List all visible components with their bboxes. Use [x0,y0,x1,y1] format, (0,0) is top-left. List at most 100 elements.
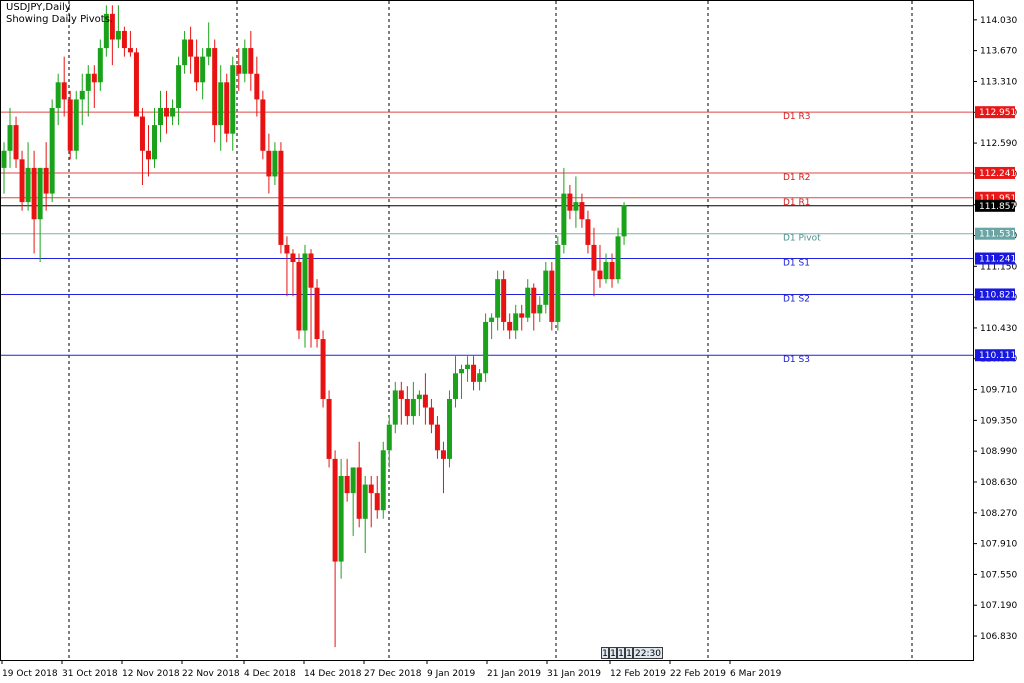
pivot-level-label: D1 R2 [783,173,811,183]
x-tick-label: 31 Oct 2018 [62,669,118,679]
bull-candle-body [603,262,609,280]
pivot-price-tag: 110.111 [979,351,1016,361]
candle [380,441,386,519]
y-tick-label: 109.350 [980,416,1017,426]
bear-candle-body [344,475,350,494]
x-tick-label: 4 Dec 2018 [244,669,296,679]
bear-candle-body [19,159,25,203]
indicator-label: Showing Daily Pivots. [6,14,114,25]
y-tick-label: 113.670 [980,47,1017,57]
candle [326,390,332,468]
y-tick-label: 113.310 [980,77,1017,87]
bull-candle-body [495,279,501,318]
bull-candle-body [446,398,452,459]
bull-candle-body [465,364,471,370]
bull-candle-body [170,107,176,117]
bear-candle-body [133,52,139,117]
chart-symbol-label: USDJPY,Daily [6,2,71,13]
bear-candle-body [212,48,218,126]
candle [19,150,25,211]
bear-candle-body [314,287,320,340]
bear-candle-body [332,458,338,562]
bull-candle-body [158,107,164,126]
y-tick-label: 112.590 [980,139,1017,149]
candle [483,313,489,382]
bull-candle-body [25,167,31,203]
bull-candle-body [350,467,356,494]
bear-candle-body [164,107,170,117]
bull-candle-body [7,125,13,151]
bear-candle-body [91,73,97,83]
price-chart[interactable]: D1 R3D1 R2D1 R1D1 PivotD1 S1D1 S2D1 S3 1… [0,0,1024,683]
bear-candle-body [290,253,296,263]
bull-candle-body [242,48,248,74]
bull-candle-body [97,48,103,83]
bull-candle-body [218,82,224,126]
bear-candle-body [320,339,326,399]
bear-candle-body [531,287,537,314]
bear-candle-body [194,56,200,83]
bear-candle-body [121,30,127,49]
bear-candle-body [43,167,49,194]
bear-candle-body [609,262,615,280]
time-scale-cell[interactable]: 22:30 [633,647,663,659]
bear-candle-body [188,39,194,57]
bear-candle-body [145,150,151,160]
bear-candle-body [428,407,434,425]
candle [296,253,302,340]
bull-candle-body [49,107,55,194]
bear-candle-body [67,99,73,151]
bull-candle-body [380,450,386,511]
y-tick-label: 108.630 [980,478,1017,488]
bear-candle-body [368,484,374,494]
y-tick-label: 109.710 [980,386,1017,396]
bear-candle-body [549,270,555,322]
bear-candle-body [224,82,230,134]
bear-candle-body [434,424,440,451]
candle [338,458,344,579]
bear-candle-body [31,167,37,220]
bear-candle-body [260,99,266,151]
bull-candle-body [182,39,188,66]
bull-candle-body [525,287,531,318]
bull-candle-body [386,424,392,451]
x-tick-label: 27 Dec 2018 [364,669,422,679]
bull-candle-body [615,236,621,280]
x-tick-label: 12 Nov 2018 [122,669,180,679]
bear-candle-body [266,150,272,177]
candle [67,90,73,160]
x-tick-label: 19 Oct 2018 [2,669,58,679]
bear-candle-body [567,193,573,211]
bull-candle-body [85,73,91,91]
x-tick-label: 12 Feb 2019 [610,669,666,679]
time-scale-cell[interactable]: 1 [609,647,617,659]
bear-candle-body [296,262,302,331]
candle [549,262,555,331]
bull-candle-body [362,484,368,519]
bear-candle-body [61,82,67,100]
bear-candle-body [585,219,591,245]
bear-candle-body [254,73,260,100]
bear-candle-body [236,65,242,74]
bull-candle-body [176,65,182,108]
bear-candle-body [127,48,133,53]
bull-candle-body [573,202,579,211]
bull-candle-body [338,475,344,562]
pivot-price-tag: 111.241 [979,255,1016,265]
bear-candle-body [278,150,284,245]
bear-candle-body [374,493,380,511]
bull-candle-body [459,369,465,374]
bull-candle-body [537,304,543,314]
x-tick-label: 31 Jan 2019 [547,669,601,679]
candle [278,142,284,254]
time-scale-cell[interactable]: 1 [625,647,633,659]
candle [555,236,561,331]
bull-candle-body [561,193,567,245]
pivot-price-tag: 112.241 [979,169,1016,179]
bull-candle-body [543,270,549,305]
candle [49,99,55,203]
time-scale-cell[interactable]: 1 [601,647,609,659]
pivot-price-tag: 110.821 [979,290,1016,300]
y-tick-label: 114.030 [980,16,1017,26]
time-scale-cell[interactable]: 1 [617,647,625,659]
